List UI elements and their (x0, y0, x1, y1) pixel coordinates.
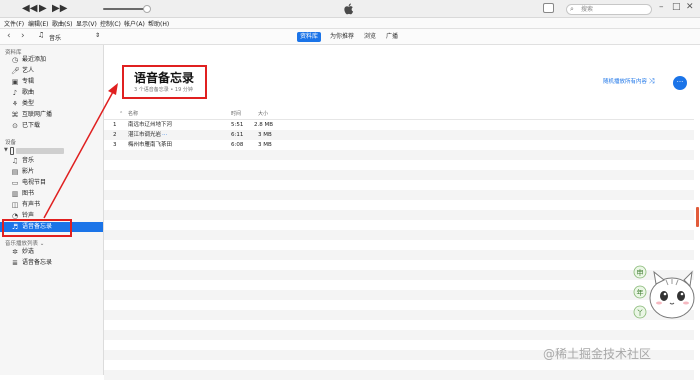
annotation-arrow (43, 83, 118, 219)
mascot-char: 丫 (637, 309, 644, 317)
watermark: @稀土掘金技术社区 (543, 347, 652, 361)
mascot-char: 年 (637, 288, 644, 297)
cat-mascot-icon: 申 年 丫 (633, 265, 695, 319)
mascot-char: 申 (637, 268, 644, 277)
